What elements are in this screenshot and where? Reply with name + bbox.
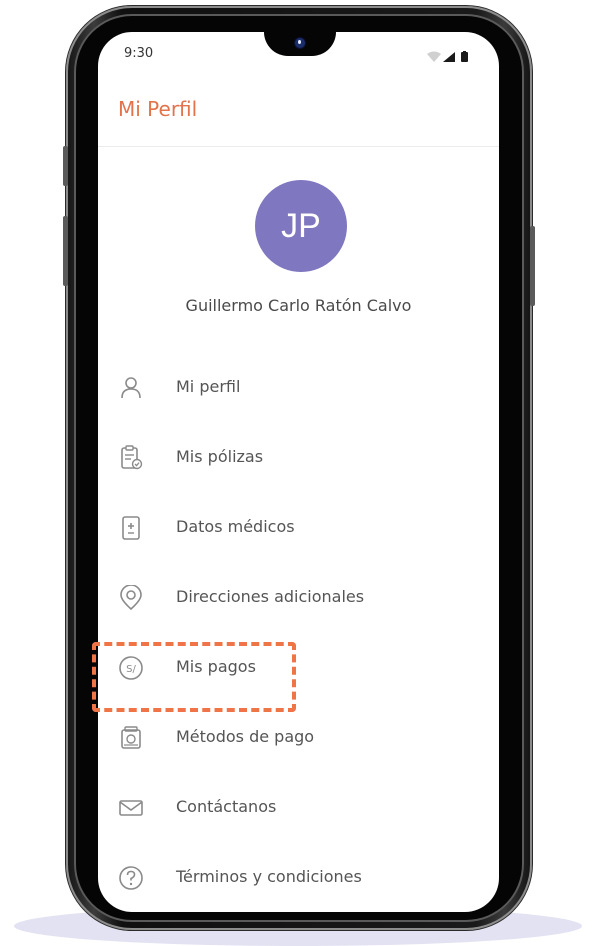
medical-file-icon (122, 516, 140, 540)
location-pin-icon (120, 585, 142, 611)
question-icon (119, 866, 143, 890)
person-icon (121, 377, 141, 399)
status-time: 9:30 (124, 46, 154, 61)
phone-power-button (530, 226, 535, 306)
phone-side-button (63, 146, 68, 186)
mail-icon (119, 800, 143, 816)
menu-item-contactanos[interactable]: Contáctanos (98, 780, 499, 836)
status-icons-svg (427, 51, 468, 62)
menu-label: Direcciones adicionales (176, 587, 365, 606)
app-bar: Mi Perfil (98, 80, 499, 147)
signal-icon (443, 52, 455, 62)
menu-label: Mis pólizas (176, 447, 264, 466)
menu-item-direcciones[interactable]: Direcciones adicionales (98, 570, 499, 626)
menu-label: Métodos de pago (176, 727, 315, 746)
front-camera-icon (295, 38, 305, 48)
menu-item-metodos-de-pago[interactable]: Métodos de pago (98, 710, 499, 766)
menu-label: Mi perfil (176, 377, 241, 396)
wifi-icon (427, 51, 441, 62)
payment-methods-icon (121, 726, 141, 749)
menu-item-datos-medicos[interactable]: Datos médicos (98, 500, 499, 556)
user-name: Guillermo Carlo Ratón Calvo (185, 296, 412, 315)
menu-item-mis-polizas[interactable]: Mis pólizas (98, 430, 499, 486)
highlight-box (92, 642, 296, 712)
page-title: Mi Perfil (118, 97, 198, 121)
menu-item-terminos[interactable]: Términos y condiciones (98, 850, 499, 906)
menu-label: Términos y condiciones (176, 867, 362, 886)
battery-icon (461, 51, 468, 62)
avatar[interactable]: JP (255, 180, 347, 272)
menu-label: Datos médicos (176, 517, 295, 536)
status-icons (425, 48, 475, 62)
clipboard-icon (121, 445, 143, 470)
menu-item-mi-perfil[interactable]: Mi perfil (98, 360, 499, 416)
notch (264, 32, 336, 56)
phone-side-button (63, 216, 68, 286)
phone-screen: 9:30 Mi Perfil JP Guillermo Carlo Ratón … (98, 32, 499, 912)
menu-label: Contáctanos (176, 797, 277, 816)
